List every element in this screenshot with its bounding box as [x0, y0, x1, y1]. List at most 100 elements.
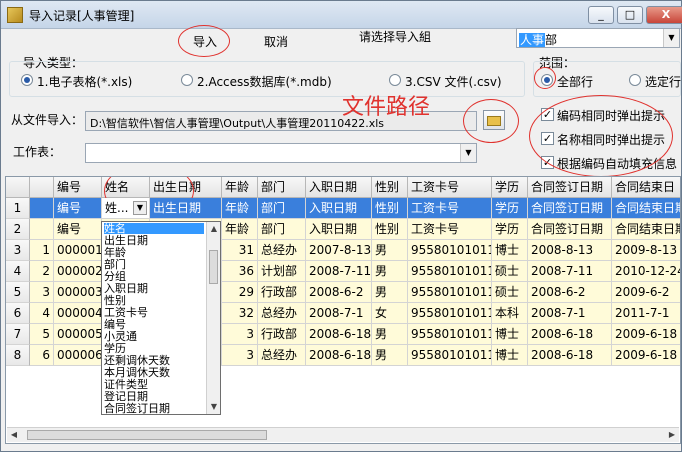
table-cell[interactable]: 男 — [372, 345, 408, 366]
scrollbar-thumb[interactable] — [209, 250, 218, 284]
table-cell[interactable]: 硕士 — [492, 282, 528, 303]
table-cell[interactable]: 000002 — [54, 261, 102, 282]
mapping-editor[interactable]: 姓... ▼ — [102, 198, 150, 219]
table-cell[interactable]: 3 — [222, 345, 258, 366]
table-cell[interactable]: 2008-6-18 — [306, 324, 372, 345]
table-cell[interactable]: 行政部 — [258, 282, 306, 303]
mapping-cell[interactable]: 合同结束日期 — [612, 198, 680, 219]
sheet-select[interactable]: ▼ — [85, 143, 477, 163]
horizontal-scrollbar[interactable]: ◀ ▶ — [7, 427, 679, 442]
dropdown-option[interactable]: 证件类型 — [104, 379, 148, 390]
table-cell[interactable]: 博士 — [492, 240, 528, 261]
mapping-cell[interactable]: 学历 — [492, 198, 528, 219]
table-cell[interactable]: 955801010110 — [408, 240, 492, 261]
dropdown-option[interactable]: 部门 — [104, 259, 126, 270]
dropdown-option[interactable]: 小灵通 — [104, 331, 137, 342]
table-cell[interactable]: 硕士 — [492, 261, 528, 282]
col-header[interactable]: 学历 — [492, 177, 528, 198]
table-cell[interactable]: 编号 — [54, 219, 102, 240]
table-cell[interactable]: 2009-8-13 — [612, 240, 680, 261]
table-cell[interactable]: 31 — [222, 240, 258, 261]
table-cell[interactable]: 合同签订日期 — [528, 219, 612, 240]
table-cell[interactable] — [30, 198, 54, 219]
dropdown-option[interactable]: 学历 — [104, 343, 126, 354]
mapping-cell[interactable]: 年龄 — [222, 198, 258, 219]
mapping-cell[interactable]: 性别 — [372, 198, 408, 219]
dropdown-option[interactable]: 年龄 — [104, 247, 126, 258]
table-cell[interactable]: 博士 — [492, 345, 528, 366]
table-cell[interactable]: 年龄 — [222, 219, 258, 240]
table-cell[interactable]: 3 — [30, 282, 54, 303]
dropdown-scrollbar[interactable]: ▲ ▼ — [206, 222, 220, 414]
table-cell[interactable]: 合同结束日期 — [612, 219, 680, 240]
table-cell[interactable]: 2008-6-18 — [306, 345, 372, 366]
table-cell[interactable]: 男 — [372, 324, 408, 345]
mapping-cell[interactable]: 工资卡号 — [408, 198, 492, 219]
table-cell[interactable]: 955801010113 — [408, 282, 492, 303]
chevron-down-icon[interactable]: ▼ — [663, 29, 679, 47]
table-cell[interactable]: 2008-7-11 — [528, 261, 612, 282]
mapping-cell[interactable]: 出生日期 — [150, 198, 222, 219]
dropdown-option[interactable]: 入职日期 — [104, 283, 148, 294]
table-cell[interactable]: 计划部 — [258, 261, 306, 282]
dropdown-option[interactable]: 分组 — [104, 271, 126, 282]
table-cell[interactable]: 000001 — [54, 240, 102, 261]
col-header[interactable]: 性别 — [372, 177, 408, 198]
table-cell[interactable]: 000003 — [54, 282, 102, 303]
table-cell[interactable]: 5 — [30, 324, 54, 345]
table-cell[interactable]: 工资卡号 — [408, 219, 492, 240]
chevron-down-icon[interactable]: ▼ — [460, 144, 476, 162]
table-cell[interactable]: 36 — [222, 261, 258, 282]
table-cell[interactable]: 2008-6-18 — [528, 324, 612, 345]
table-cell[interactable]: 2008-6-18 — [528, 345, 612, 366]
table-cell[interactable]: 000006 — [54, 345, 102, 366]
group-select[interactable]: 人事部 ▼ — [516, 28, 680, 48]
dropdown-option[interactable]: 本月调休天数 — [104, 367, 170, 378]
radio-csv[interactable] — [389, 74, 401, 86]
table-cell[interactable]: 1 — [30, 240, 54, 261]
col-header[interactable]: 入职日期 — [306, 177, 372, 198]
col-header[interactable]: 部门 — [258, 177, 306, 198]
table-cell[interactable]: 部门 — [258, 219, 306, 240]
dropdown-option[interactable]: 工资卡号 — [104, 307, 148, 318]
table-cell[interactable]: 2011-7-1 — [612, 303, 680, 324]
table-cell[interactable]: 本科 — [492, 303, 528, 324]
table-cell[interactable] — [30, 219, 54, 240]
table-cell[interactable]: 955801010116 — [408, 345, 492, 366]
table-cell[interactable]: 博士 — [492, 324, 528, 345]
minimize-button[interactable]: _ — [588, 6, 614, 24]
mapping-cell[interactable]: 入职日期 — [306, 198, 372, 219]
radio-mdb[interactable] — [181, 74, 193, 86]
chevron-down-icon[interactable]: ▼ — [133, 201, 147, 215]
table-cell[interactable]: 29 — [222, 282, 258, 303]
scroll-left-icon[interactable]: ◀ — [7, 428, 21, 442]
mapping-cell[interactable]: 部门 — [258, 198, 306, 219]
radio-selected-rows[interactable] — [629, 74, 641, 86]
table-cell[interactable]: 2 — [30, 261, 54, 282]
mapping-cell[interactable]: 编号 — [54, 198, 102, 219]
table-cell[interactable]: 955801010116 — [408, 324, 492, 345]
table-cell[interactable]: 学历 — [492, 219, 528, 240]
table-cell[interactable]: 2008-7-11 — [306, 261, 372, 282]
table-cell[interactable]: 行政部 — [258, 324, 306, 345]
table-cell[interactable]: 入职日期 — [306, 219, 372, 240]
table-cell[interactable]: 总经办 — [258, 345, 306, 366]
table-cell[interactable]: 总经办 — [258, 240, 306, 261]
table-cell[interactable]: 32 — [222, 303, 258, 324]
table-cell[interactable]: 2010-12-24 — [612, 261, 680, 282]
table-cell[interactable]: 2008-7-1 — [306, 303, 372, 324]
table-cell[interactable]: 2009-6-18 — [612, 345, 680, 366]
table-cell[interactable]: 男 — [372, 282, 408, 303]
scrollbar-thumb[interactable] — [27, 430, 267, 440]
table-cell[interactable]: 总经办 — [258, 303, 306, 324]
table-cell[interactable]: 6 — [30, 345, 54, 366]
mapping-cell[interactable]: 合同签订日期 — [528, 198, 612, 219]
dropdown-option[interactable]: 登记日期 — [104, 391, 148, 402]
table-cell[interactable]: 2008-7-1 — [528, 303, 612, 324]
table-cell[interactable]: 2008-6-2 — [306, 282, 372, 303]
table-cell[interactable]: 女 — [372, 303, 408, 324]
scroll-up-icon[interactable]: ▲ — [207, 222, 220, 236]
table-cell[interactable]: 000005 — [54, 324, 102, 345]
dropdown-option[interactable]: 性别 — [104, 295, 126, 306]
dropdown-option[interactable]: 姓名 — [104, 223, 204, 234]
